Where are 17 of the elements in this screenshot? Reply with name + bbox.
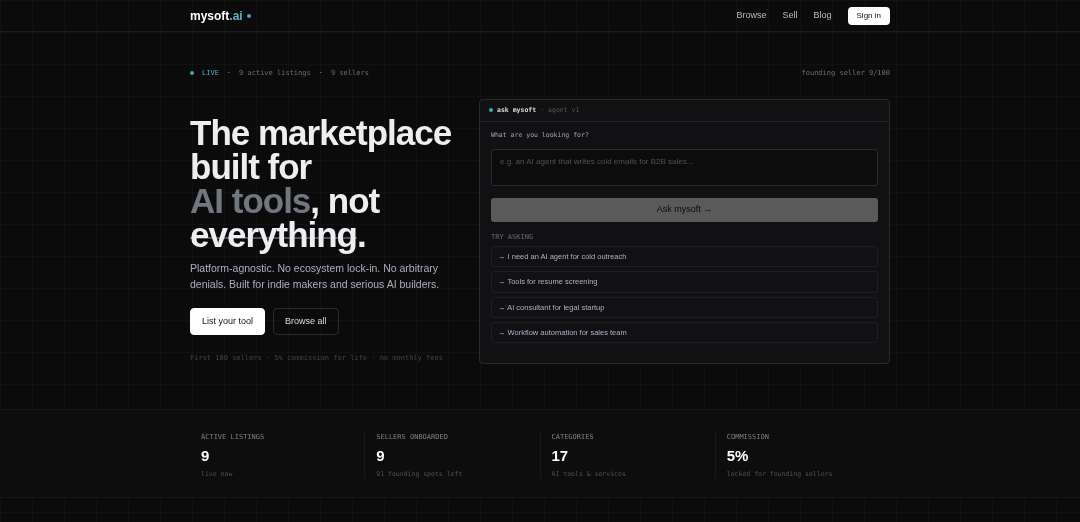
stat-value: 9 — [376, 446, 386, 466]
subtitle: Platform-agnostic. No ecosystem lock-in. No arbitrary denials. Built for indie makers and serious AI builders. — [190, 260, 441, 292]
status-dot — [246, 13, 251, 18]
nav-link[interactable]: Blog — [813, 8, 832, 23]
sign-in-button[interactable]: Sign in — [847, 6, 890, 25]
browse-button[interactable]: Browse all — [273, 307, 339, 335]
nav-link[interactable]: Browse — [736, 8, 767, 23]
headline: The marketplace built for AI tools, not everything. — [190, 115, 453, 252]
list-tool-button[interactable]: List your tool — [190, 307, 266, 335]
live-dot — [190, 71, 194, 76]
search-field[interactable]: e.g. an AI agent that writes cold emails for B2B sales... — [491, 149, 878, 186]
stat-value: 5% — [726, 446, 750, 466]
logo[interactable]: mysoft.ai — [190, 6, 243, 25]
nav-link[interactable]: Sell — [782, 8, 798, 23]
stat-value: 17 — [551, 446, 570, 466]
stat-value: 9 — [201, 446, 211, 466]
status-dot — [489, 108, 493, 113]
